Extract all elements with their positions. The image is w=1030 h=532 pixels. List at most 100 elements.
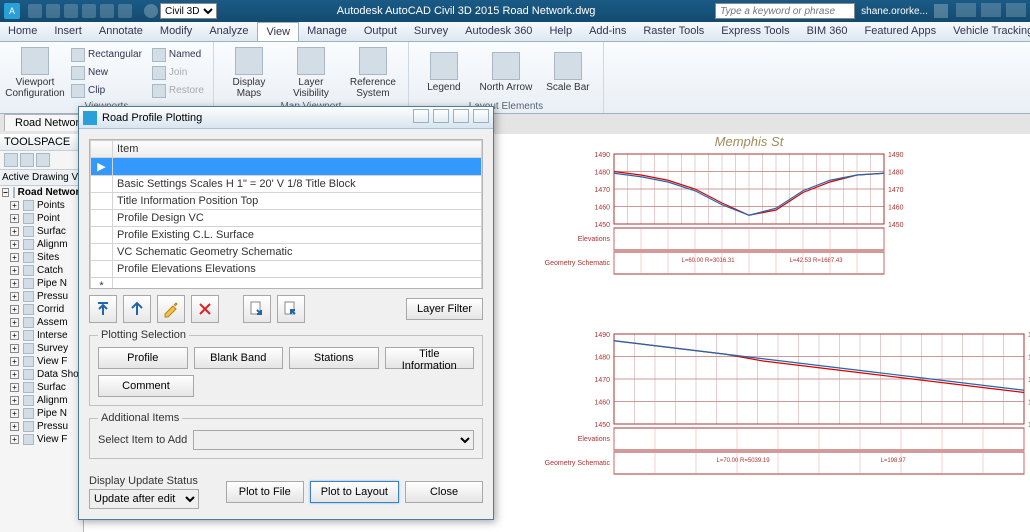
tree-item[interactable]: +Points bbox=[0, 199, 83, 212]
ribbon-tab-manage[interactable]: Manage bbox=[299, 22, 356, 41]
tree-item[interactable]: +Assem bbox=[0, 316, 83, 329]
expand-icon[interactable]: + bbox=[10, 422, 19, 431]
expand-icon[interactable]: + bbox=[10, 396, 19, 405]
close-button[interactable]: Close bbox=[405, 481, 483, 503]
restore-button[interactable]: Restore bbox=[149, 83, 207, 99]
ribbon-tab-modify[interactable]: Modify bbox=[152, 22, 201, 41]
expand-icon[interactable]: + bbox=[10, 240, 19, 249]
qat-plot-icon[interactable] bbox=[82, 4, 96, 18]
import-button[interactable] bbox=[277, 295, 305, 323]
maximize-icon[interactable] bbox=[981, 3, 1001, 17]
workspace-select[interactable]: Civil 3D bbox=[160, 3, 217, 19]
qat-new-icon[interactable] bbox=[28, 4, 42, 18]
ribbon-tab-output[interactable]: Output bbox=[356, 22, 406, 41]
dlg-prev-icon[interactable] bbox=[413, 109, 429, 123]
expand-icon[interactable]: + bbox=[10, 305, 19, 314]
expand-icon[interactable]: + bbox=[10, 318, 19, 327]
tree-item[interactable]: +Catch bbox=[0, 264, 83, 277]
legend-button[interactable]: Legend bbox=[415, 45, 473, 101]
dlg-next-icon[interactable] bbox=[433, 109, 449, 123]
tree-item[interactable]: +Surfac bbox=[0, 381, 83, 394]
tree-item[interactable]: +Alignm bbox=[0, 238, 83, 251]
minimize-icon[interactable] bbox=[956, 3, 976, 17]
join-button[interactable]: Join bbox=[149, 65, 207, 81]
signin-user[interactable]: shane.ororke... bbox=[861, 6, 928, 17]
tree-item[interactable]: +Pipe N bbox=[0, 277, 83, 290]
table-row[interactable]: Profile Elevations Elevations bbox=[91, 261, 482, 278]
toolspace-tool-icon[interactable] bbox=[4, 153, 18, 167]
plot-to-layout-button[interactable]: Plot to Layout bbox=[310, 481, 399, 503]
toolspace-tool-icon[interactable] bbox=[36, 153, 50, 167]
dlg-min-icon[interactable] bbox=[453, 109, 469, 123]
col-header[interactable]: Item bbox=[113, 141, 482, 158]
ribbon-tab-help[interactable]: Help bbox=[541, 22, 581, 41]
qat-redo-icon[interactable] bbox=[118, 4, 132, 18]
move-up-button[interactable] bbox=[123, 295, 151, 323]
reference-system-button[interactable]: Reference System bbox=[344, 45, 402, 101]
table-row[interactable]: Profile Design VC bbox=[91, 210, 482, 227]
export-button[interactable] bbox=[243, 295, 271, 323]
named-button[interactable]: Named bbox=[149, 47, 207, 63]
ribbon-tab-bim-360[interactable]: BIM 360 bbox=[799, 22, 857, 41]
tree-item[interactable]: +Pressu bbox=[0, 420, 83, 433]
move-top-button[interactable] bbox=[89, 295, 117, 323]
select-item-combo[interactable] bbox=[193, 430, 474, 450]
layer-filter-button[interactable]: Layer Filter bbox=[406, 298, 483, 320]
ribbon-tab-analyze[interactable]: Analyze bbox=[201, 22, 257, 41]
ribbon-tab-insert[interactable]: Insert bbox=[46, 22, 91, 41]
expand-icon[interactable]: + bbox=[10, 292, 19, 301]
table-row-new[interactable]: * bbox=[91, 278, 482, 290]
rectangular-button[interactable]: Rectangular bbox=[68, 47, 145, 63]
title-information-button[interactable]: Title Information bbox=[385, 347, 475, 369]
expand-icon[interactable]: + bbox=[10, 370, 19, 379]
tree-item[interactable]: +Alignm bbox=[0, 394, 83, 407]
dlg-close-icon[interactable] bbox=[473, 109, 489, 123]
tree-item[interactable]: +Interse bbox=[0, 329, 83, 342]
ribbon-tab-featured-apps[interactable]: Featured Apps bbox=[857, 22, 946, 41]
ribbon-tab-view[interactable]: View bbox=[257, 22, 299, 41]
update-status-combo[interactable]: Update after edit bbox=[89, 489, 199, 509]
close-icon[interactable] bbox=[1006, 3, 1026, 17]
north-arrow-button[interactable]: North Arrow bbox=[477, 45, 535, 101]
ribbon-tab-raster-tools[interactable]: Raster Tools bbox=[635, 22, 713, 41]
tree-item[interactable]: +Data Sho bbox=[0, 368, 83, 381]
expand-icon[interactable]: + bbox=[10, 253, 19, 262]
ribbon-tab-vehicle-tracking[interactable]: Vehicle Tracking bbox=[945, 22, 1030, 41]
items-table-wrap[interactable]: Item ▶Basic Settings Scales H 1" = 20' V… bbox=[89, 139, 483, 289]
ribbon-tab-autodesk-360[interactable]: Autodesk 360 bbox=[457, 22, 541, 41]
expand-icon[interactable]: + bbox=[10, 227, 19, 236]
toolspace-view-label[interactable]: Active Drawing View bbox=[0, 169, 83, 186]
qat-open-icon[interactable] bbox=[46, 4, 60, 18]
tree-item[interactable]: +View F bbox=[0, 433, 83, 446]
expand-icon[interactable]: + bbox=[10, 279, 19, 288]
help-search-input[interactable] bbox=[715, 3, 855, 19]
tree-item[interactable]: +View F bbox=[0, 355, 83, 368]
edit-button[interactable] bbox=[157, 295, 185, 323]
table-row[interactable]: ▶ bbox=[91, 158, 482, 176]
tree-item[interactable]: +Pressu bbox=[0, 290, 83, 303]
ribbon-tab-annotate[interactable]: Annotate bbox=[91, 22, 152, 41]
expand-icon[interactable]: + bbox=[10, 344, 19, 353]
expand-icon[interactable]: + bbox=[10, 409, 19, 418]
tree-item[interactable]: +Pipe N bbox=[0, 407, 83, 420]
display-maps-button[interactable]: Display Maps bbox=[220, 45, 278, 101]
delete-button[interactable] bbox=[191, 295, 219, 323]
ribbon-tab-home[interactable]: Home bbox=[0, 22, 46, 41]
tree-item[interactable]: +Point bbox=[0, 212, 83, 225]
expand-icon[interactable]: + bbox=[10, 357, 19, 366]
expand-icon[interactable]: + bbox=[10, 331, 19, 340]
tree-item[interactable]: +Survey bbox=[0, 342, 83, 355]
comment-button[interactable]: Comment bbox=[98, 375, 194, 397]
exchange-icon[interactable] bbox=[934, 4, 948, 18]
table-row[interactable]: Title Information Position Top bbox=[91, 193, 482, 210]
tree-item[interactable]: +Sites bbox=[0, 251, 83, 264]
viewport-configuration-button[interactable]: Viewport Configuration bbox=[6, 45, 64, 101]
scale-bar-button[interactable]: Scale Bar bbox=[539, 45, 597, 101]
expand-icon[interactable]: + bbox=[10, 435, 19, 444]
layer-visibility-button[interactable]: Layer Visibility bbox=[282, 45, 340, 101]
ribbon-tab-survey[interactable]: Survey bbox=[406, 22, 457, 41]
table-row[interactable]: Basic Settings Scales H 1" = 20' V 1/8 T… bbox=[91, 176, 482, 193]
toolspace-tool-icon[interactable] bbox=[20, 153, 34, 167]
stations-button[interactable]: Stations bbox=[289, 347, 379, 369]
qat-save-icon[interactable] bbox=[64, 4, 78, 18]
